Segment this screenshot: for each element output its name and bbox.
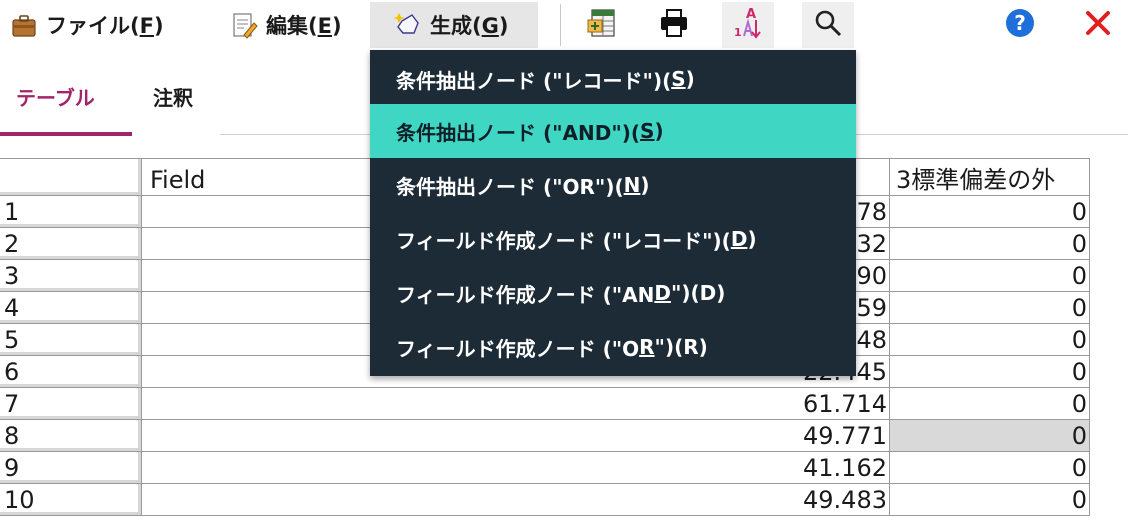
active-tab-indicator (0, 132, 132, 136)
value-cell[interactable]: 49.483 (142, 484, 890, 516)
dropdown-item-label: フィールド作成ノード ("レコード")( (396, 228, 731, 253)
help-button[interactable]: ? (994, 2, 1046, 48)
value-cell[interactable]: 49.771 (142, 420, 890, 452)
std-cell[interactable]: 0 (890, 196, 1090, 228)
dropdown-item[interactable]: フィールド作成ノード ("AN D ")(D) (370, 266, 856, 320)
row-number[interactable]: 2 (0, 228, 142, 260)
generate-menu[interactable]: 生成(G) (370, 2, 538, 48)
edit-doc-icon (230, 11, 258, 39)
column-header-std[interactable]: 3標準偏差の外 (890, 158, 1090, 196)
toolbar-separator (560, 4, 561, 46)
row-number[interactable]: 10 (0, 484, 142, 516)
edit-menu-label: 編集(E) (266, 14, 342, 38)
row-number[interactable]: 1 (0, 196, 142, 228)
svg-text:A: A (746, 7, 756, 22)
std-cell[interactable]: 0 (890, 292, 1090, 324)
std-cell[interactable]: 0 (890, 484, 1090, 516)
dropdown-item-suffix: ) (654, 119, 664, 143)
std-cell[interactable]: 0 (890, 356, 1090, 388)
std-cell[interactable]: 0 (890, 260, 1090, 292)
svg-text:?: ? (1014, 11, 1026, 35)
sort-az-icon: A 1 (732, 6, 764, 44)
dropdown-item-suffix: ) (747, 227, 757, 251)
menubar: ファイル(F) 編集(E) 生成(G) A 1 ? (0, 0, 1128, 50)
edit-menu[interactable]: 編集(E) (220, 2, 370, 48)
value-cell[interactable]: 61.714 (142, 388, 890, 420)
row-number[interactable]: 6 (0, 356, 142, 388)
dropdown-item-mnemonic: R (639, 335, 655, 359)
dropdown-item-suffix: ) (685, 67, 695, 91)
print-icon (658, 7, 690, 43)
tab-table[interactable]: テーブル (16, 82, 95, 111)
dropdown-item-suffix: ) (640, 173, 650, 197)
table-export-button[interactable] (576, 2, 628, 48)
std-cell[interactable]: 0 (890, 452, 1090, 484)
svg-text:1: 1 (734, 26, 742, 39)
dropdown-item[interactable]: 条件抽出ノード ("OR")(N) (370, 158, 856, 212)
dropdown-item-label: フィールド作成ノード ("AN (396, 282, 655, 307)
generate-dropdown: 条件抽出ノード ("レコード")(S) 条件抽出ノード ("AND")(S) 条件抽… (370, 50, 856, 376)
dropdown-item-mnemonic: N (623, 173, 641, 197)
row-number[interactable]: 8 (0, 420, 142, 452)
dropdown-item-label: フィールド作成ノード ("O (396, 336, 640, 361)
file-menu[interactable]: ファイル(F) (0, 2, 200, 48)
help-icon: ? (1004, 7, 1036, 43)
std-cell[interactable]: 0 (890, 420, 1090, 452)
dropdown-item[interactable]: 条件抽出ノード ("AND")(S) (370, 104, 856, 158)
corner-header (0, 158, 142, 196)
value-cell[interactable]: 41.162 (142, 452, 890, 484)
std-cell[interactable]: 0 (890, 388, 1090, 420)
search-button[interactable] (802, 2, 854, 48)
dropdown-item-mnemonic: D (654, 281, 671, 305)
sort-button[interactable]: A 1 (722, 2, 774, 48)
dropdown-item-mnemonic: S (640, 119, 655, 143)
close-icon (1084, 9, 1112, 41)
std-cell[interactable]: 0 (890, 228, 1090, 260)
std-cell[interactable]: 0 (890, 324, 1090, 356)
row-number[interactable]: 4 (0, 292, 142, 324)
print-button[interactable] (648, 2, 700, 48)
dropdown-item-mnemonic: S (671, 67, 686, 91)
row-number[interactable]: 3 (0, 260, 142, 292)
briefcase-icon (10, 11, 38, 39)
row-number[interactable]: 5 (0, 324, 142, 356)
dropdown-item[interactable]: フィールド作成ノード ("レコード")(D) (370, 212, 856, 266)
dropdown-item-mnemonic: D (730, 227, 748, 251)
file-menu-label: ファイル(F) (46, 14, 164, 38)
dropdown-item-label: 条件抽出ノード ("レコード")( (396, 68, 672, 93)
dropdown-item-suffix: ")(D) (670, 281, 726, 305)
generate-wand-icon (393, 11, 422, 39)
generate-menu-label: 生成(G) (430, 14, 509, 38)
search-icon (813, 8, 843, 42)
dropdown-item[interactable]: 条件抽出ノード ("レコード")(S) (370, 52, 856, 106)
dropdown-item-suffix: ")(R) (654, 335, 708, 359)
tab-notes[interactable]: 注釈 (153, 82, 193, 111)
close-button[interactable] (1072, 2, 1124, 48)
dropdown-item-label: 条件抽出ノード ("AND")( (396, 120, 641, 145)
row-number[interactable]: 9 (0, 452, 142, 484)
dropdown-item-label: 条件抽出ノード ("OR")( (396, 174, 624, 199)
dropdown-item[interactable]: フィールド作成ノード ("O R ")(R) (370, 320, 856, 374)
table-export-icon (586, 7, 618, 43)
row-number[interactable]: 7 (0, 388, 142, 420)
